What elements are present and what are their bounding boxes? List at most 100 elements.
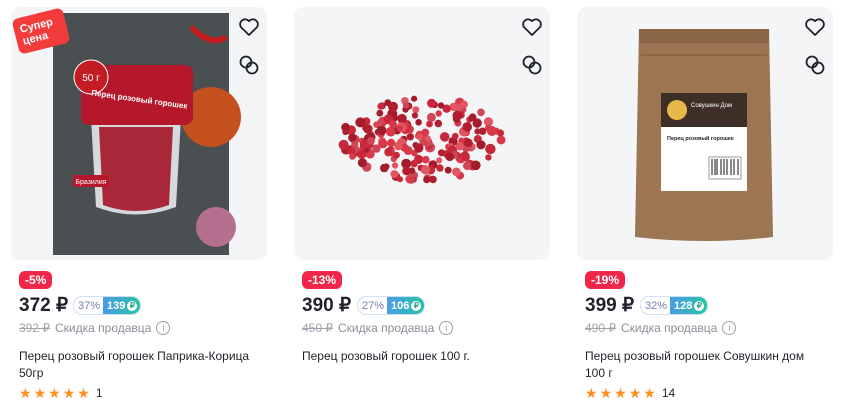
peppercorn — [356, 149, 367, 159]
old-price: 392 ₽ — [19, 321, 50, 335]
peppercorn — [376, 109, 384, 117]
old-price: 450 ₽ — [302, 321, 333, 335]
cashback-amount-block: 128 ₽ — [670, 297, 708, 314]
star-icon: ★ — [77, 385, 90, 401]
product-photo-3: Совушкин Дом Перец розовый горошек — [577, 7, 833, 260]
product-title[interactable]: Перец розовый горошек Совушкин дом 100 г — [585, 348, 825, 382]
compare-icon — [805, 55, 825, 75]
seller-discount-label: Скидка продавца — [621, 321, 718, 335]
old-price-row: 392 ₽ Скидка продавца i — [19, 321, 171, 335]
rating[interactable]: ★ ★ ★ ★ ★ 14 — [585, 386, 675, 400]
heart-icon — [522, 18, 542, 36]
peppercorn — [452, 167, 461, 177]
heart-icon — [239, 18, 259, 36]
product-image-2[interactable] — [294, 7, 550, 260]
peppercorn — [385, 126, 396, 137]
peppercorn — [452, 110, 463, 121]
seller-discount-label: Скидка продавца — [55, 321, 152, 335]
peppercorn — [429, 175, 437, 184]
info-icon[interactable]: i — [439, 321, 454, 335]
compare-button[interactable] — [801, 51, 829, 79]
info-icon[interactable]: i — [722, 321, 737, 335]
current-price: 372 ₽ — [19, 295, 69, 316]
peppercorn — [444, 166, 452, 174]
compare-button[interactable] — [518, 51, 546, 79]
cashback-amount-block: 106 ₽ — [387, 297, 425, 314]
product-image-1[interactable]: 50 г Перец розовый горошек Бразилия Супе… — [11, 7, 267, 260]
peppercorn — [496, 135, 506, 145]
peppercorn — [355, 117, 366, 128]
peppercorn — [390, 170, 399, 179]
peppercorn — [464, 138, 473, 148]
rating-count: 14 — [661, 386, 676, 400]
cashback-coin-icon: ₽ — [127, 300, 138, 311]
cashback-amount: 106 — [391, 299, 410, 312]
peppercorn — [348, 133, 357, 143]
peppercorn — [460, 151, 470, 161]
peppercorn — [397, 176, 403, 183]
info-icon[interactable]: i — [156, 321, 171, 335]
peppercorn — [485, 154, 492, 161]
peppercorn — [394, 141, 403, 151]
product-photo-2 — [294, 7, 550, 260]
heart-icon — [805, 18, 825, 36]
peppercorn — [378, 138, 388, 149]
peppercorn — [434, 119, 443, 128]
peppercorn — [357, 158, 367, 168]
peppercorn — [437, 102, 445, 109]
product-title[interactable]: Перец розовый горошек Паприка-Корица 50г… — [19, 348, 259, 382]
favorite-button[interactable] — [518, 13, 546, 41]
product-image-3[interactable]: Совушкин Дом Перец розовый горошек — [577, 7, 833, 260]
peppercorn — [460, 100, 468, 109]
star-icon: ★ — [628, 385, 642, 401]
cashback-percent: 32% — [641, 299, 671, 312]
star-icon: ★ — [585, 385, 598, 401]
peppercorn — [376, 125, 387, 136]
peppercorn — [421, 128, 430, 137]
rating[interactable]: ★ ★ ★ ★ ★ 1 — [19, 386, 103, 400]
peppercorn — [436, 157, 443, 164]
peppercorn — [410, 159, 418, 168]
peppercorn — [414, 143, 424, 153]
cashback-badge: 27% 106 ₽ — [357, 296, 426, 315]
peppercorn — [351, 140, 359, 148]
cashback-badge: 37% 139 ₽ — [73, 296, 142, 315]
peppercorn — [342, 128, 349, 135]
current-price: 390 ₽ — [302, 295, 352, 316]
cashback-badge: 32% 128 ₽ — [640, 296, 709, 315]
product-card-1[interactable]: 50 г Перец розовый горошек Бразилия Супе… — [11, 0, 283, 413]
peppercorn — [377, 102, 385, 110]
cashback-percent: 37% — [74, 299, 104, 312]
package-weight-label: 50 г — [82, 73, 100, 84]
compare-icon — [239, 55, 259, 75]
favorite-button[interactable] — [235, 13, 263, 41]
peppercorn — [427, 98, 436, 108]
peppercorn — [366, 136, 375, 145]
discount-badge: -19% — [585, 271, 626, 289]
peppercorn — [496, 129, 505, 137]
peppercorn — [389, 120, 397, 129]
peppercorn — [363, 124, 373, 134]
favorite-button[interactable] — [801, 13, 829, 41]
star-icon: ★ — [19, 385, 32, 401]
peppercorn — [426, 112, 436, 122]
peppercorn — [476, 140, 486, 150]
peppercorn — [445, 152, 455, 162]
product-title[interactable]: Перец розовый горошек 100 г. — [302, 348, 542, 365]
peppercorn — [380, 163, 389, 173]
peppercorn — [391, 162, 399, 169]
peppercorn — [462, 122, 472, 132]
product-card-2[interactable]: -13% 390 ₽ 27% 106 ₽ 450 ₽ Скидка продавц… — [294, 0, 566, 413]
seller-discount-label: Скидка продавца — [338, 321, 435, 335]
compare-button[interactable] — [235, 51, 263, 79]
product-card-3[interactable]: Совушкин Дом Перец розовый горошек -19% … — [577, 0, 849, 413]
peppercorn — [388, 101, 398, 112]
star-icon: ★ — [48, 385, 61, 401]
package-name-label: Перец розовый горошек — [667, 135, 734, 142]
peppercorn — [412, 106, 420, 114]
package-brand-label: Совушкин Дом — [691, 103, 732, 109]
star-icon: ★ — [62, 385, 76, 401]
discount-badge: -5% — [19, 271, 53, 289]
cashback-percent: 27% — [358, 299, 388, 312]
peppercorn — [422, 155, 430, 164]
